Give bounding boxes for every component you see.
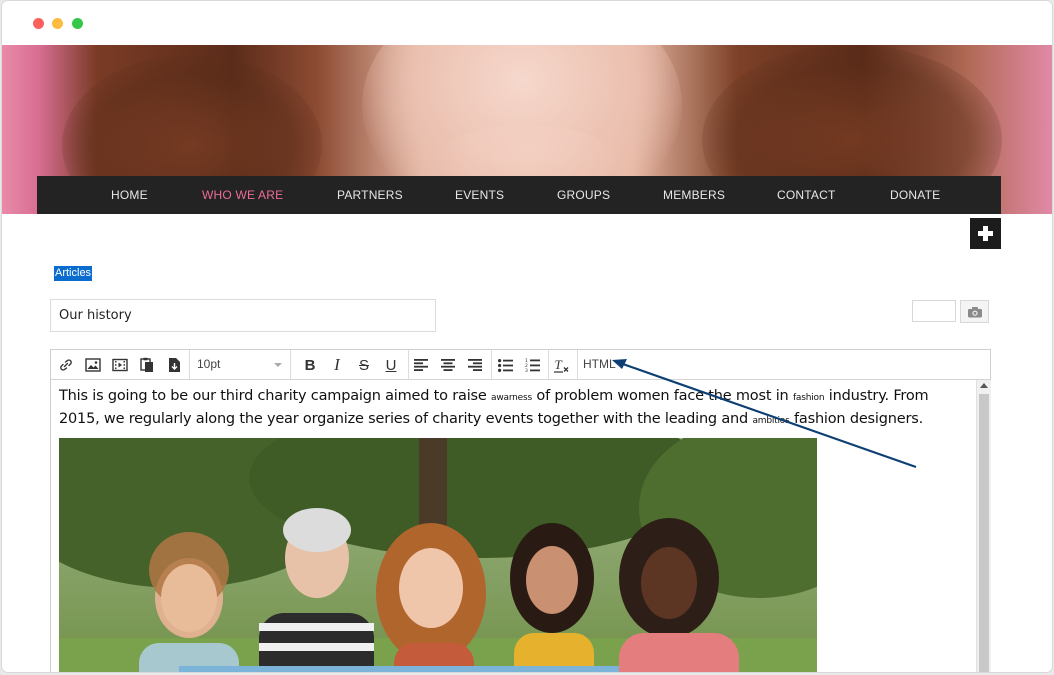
image-field[interactable]	[912, 300, 956, 322]
strikethrough-icon[interactable]: S	[352, 353, 376, 377]
italic-icon[interactable]: I	[325, 353, 349, 377]
editor-scrollbar[interactable]	[976, 380, 991, 672]
chevron-down-icon	[274, 363, 282, 367]
paste-icon[interactable]	[135, 353, 159, 377]
align-left-icon[interactable]	[409, 353, 433, 377]
nav-item-home[interactable]: HOME	[111, 176, 148, 214]
article-photo[interactable]	[59, 438, 817, 672]
article-body-text: This is going to be our third charity ca…	[59, 386, 968, 432]
svg-text:3: 3	[525, 368, 528, 372]
article-title-input[interactable]: Our history	[50, 299, 436, 332]
upload-image-button[interactable]	[960, 300, 989, 323]
nav-item-who-we-are[interactable]: WHO WE ARE	[202, 176, 283, 214]
main-navigation: HOME WHO WE ARE PARTNERS EVENTS GROUPS M…	[37, 176, 1001, 214]
body-text-small-segment: ambitios	[752, 416, 790, 426]
svg-text:T: T	[555, 358, 563, 372]
link-icon[interactable]	[54, 353, 78, 377]
body-text-segment: This is going to be our third charity ca…	[59, 388, 487, 404]
nav-item-donate[interactable]: DONATE	[890, 176, 940, 214]
close-window-button[interactable]	[33, 18, 44, 29]
body-text-segment: of problem women face the most in	[536, 388, 789, 404]
nav-item-partners[interactable]: PARTNERS	[337, 176, 403, 214]
title-bar	[2, 1, 1052, 45]
editor-content-area[interactable]: This is going to be our third charity ca…	[51, 380, 976, 672]
articles-tag[interactable]: Articles	[54, 266, 93, 281]
nav-item-members[interactable]: MEMBERS	[663, 176, 725, 214]
align-right-icon[interactable]	[463, 353, 487, 377]
video-icon[interactable]	[108, 353, 132, 377]
html-source-button[interactable]: HTML	[583, 350, 616, 379]
numbered-list-icon[interactable]: 123	[520, 353, 544, 377]
minimize-window-button[interactable]	[52, 18, 63, 29]
add-button[interactable]	[970, 218, 1001, 249]
browser-window: HOME WHO WE ARE PARTNERS EVENTS GROUPS M…	[1, 0, 1053, 673]
nav-item-events[interactable]: EVENTS	[455, 176, 504, 214]
nav-item-contact[interactable]: CONTACT	[777, 176, 836, 214]
plus-icon	[978, 226, 993, 241]
body-text-small-segment: awarness	[491, 393, 532, 403]
rich-text-editor: 10pt B I S U 123 T HTML This is going to…	[50, 349, 991, 672]
paste-text-icon[interactable]	[162, 353, 186, 377]
body-text-small-segment: fashion	[792, 393, 825, 403]
font-size-value: 10pt	[197, 357, 221, 371]
scroll-up-arrow-icon[interactable]	[980, 383, 988, 388]
clear-format-icon[interactable]: T	[550, 353, 574, 377]
align-center-icon[interactable]	[436, 353, 460, 377]
font-size-select[interactable]: 10pt	[191, 350, 290, 379]
body-text-segment: fashion designers.	[794, 411, 923, 427]
nav-item-groups[interactable]: GROUPS	[557, 176, 610, 214]
camera-icon	[967, 306, 982, 317]
scrollbar-thumb[interactable]	[979, 394, 989, 672]
maximize-window-button[interactable]	[72, 18, 83, 29]
bullet-list-icon[interactable]	[493, 353, 517, 377]
editor-toolbar: 10pt B I S U 123 T HTML	[51, 350, 990, 380]
underline-icon[interactable]: U	[379, 353, 403, 377]
image-icon[interactable]	[81, 353, 105, 377]
bold-icon[interactable]: B	[298, 353, 322, 377]
